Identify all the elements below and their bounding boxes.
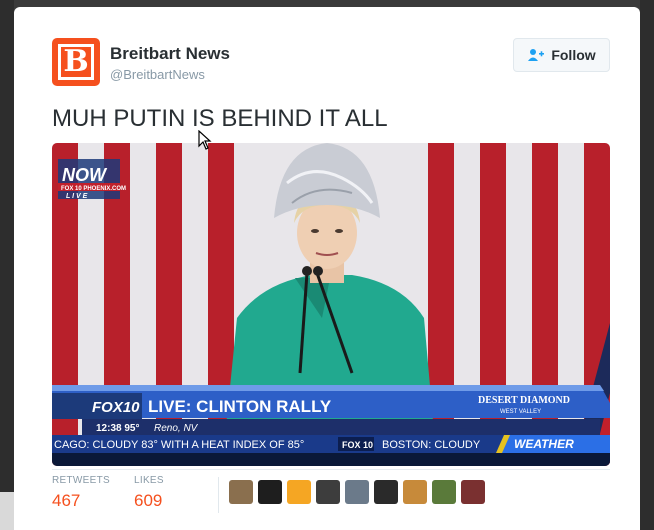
author-name[interactable]: Breitbart News xyxy=(110,44,230,64)
breitbart-logo: B xyxy=(58,44,94,80)
backdrop-bottom-strip xyxy=(0,492,14,530)
svg-text:FOX10: FOX10 xyxy=(92,399,140,416)
svg-text:NOW: NOW xyxy=(62,165,108,185)
svg-text:L I V E: L I V E xyxy=(66,193,88,200)
follow-label: Follow xyxy=(551,47,596,63)
stats-separator xyxy=(218,477,219,513)
likes-count: 609 xyxy=(134,491,163,510)
backdrop-right xyxy=(640,0,654,530)
retweets-label: RETWEETS xyxy=(52,475,110,486)
mouse-cursor-icon xyxy=(198,130,212,150)
news-bug: NOW FOX 10 PHOENIX.COM L I V E xyxy=(58,159,126,200)
author-avatar[interactable]: B xyxy=(52,38,100,86)
backdrop-left xyxy=(0,0,14,530)
liker-avatar-7[interactable] xyxy=(403,480,427,504)
svg-text:DESERT DIAMOND: DESERT DIAMOND xyxy=(478,395,570,406)
svg-text:LIVE: CLINTON RALLY: LIVE: CLINTON RALLY xyxy=(148,397,332,416)
svg-text:FOX 10 PHOENIX.COM: FOX 10 PHOENIX.COM xyxy=(61,186,126,192)
lower-third: FOX10 LIVE: CLINTON RALLY DESERT DIAMOND… xyxy=(52,385,610,466)
liker-avatar-4[interactable] xyxy=(316,480,340,504)
svg-text:WEATHER: WEATHER xyxy=(514,437,574,451)
liker-avatar-9[interactable] xyxy=(461,480,485,504)
likes-label: LIKES xyxy=(134,475,164,486)
svg-text:FOX 10: FOX 10 xyxy=(342,440,373,450)
tweet-card: B Breitbart News @BreitbartNews Follow M… xyxy=(14,7,640,530)
liker-avatar-1[interactable] xyxy=(229,480,253,504)
liker-avatars xyxy=(229,480,485,504)
liker-avatar-3[interactable] xyxy=(287,480,311,504)
news-broadcast-frame: NOW FOX 10 PHOENIX.COM L I V E FOX10 LIV… xyxy=(52,143,610,466)
svg-text:12:38 95°: 12:38 95° xyxy=(96,423,139,434)
svg-text:WEST VALLEY: WEST VALLEY xyxy=(500,409,541,415)
liker-avatar-5[interactable] xyxy=(345,480,369,504)
stats-divider-line xyxy=(52,469,610,470)
tweet-media-image[interactable]: NOW FOX 10 PHOENIX.COM L I V E FOX10 LIV… xyxy=(52,143,610,466)
tweet-text: MUH PUTIN IS BEHIND IT ALL xyxy=(52,105,388,132)
liker-avatar-2[interactable] xyxy=(258,480,282,504)
svg-text:CAGO: CLOUDY 83° WITH A HE: CAGO: CLOUDY 83° WITH A HEAT INDEX OF 85… xyxy=(54,439,304,451)
author-handle[interactable]: @BreitbartNews xyxy=(110,67,205,82)
add-user-icon xyxy=(528,49,545,61)
retweets-stat[interactable]: RETWEETS 467 xyxy=(52,475,110,511)
svg-text:Reno, NV: Reno, NV xyxy=(154,423,199,434)
likes-stat[interactable]: LIKES 609 xyxy=(134,475,164,511)
svg-text:BOSTON: CLOUDY: BOSTON: CLOUDY xyxy=(382,439,481,451)
liker-avatar-8[interactable] xyxy=(432,480,456,504)
follow-button[interactable]: Follow xyxy=(513,38,610,72)
liker-avatar-6[interactable] xyxy=(374,480,398,504)
retweets-count: 467 xyxy=(52,491,81,510)
